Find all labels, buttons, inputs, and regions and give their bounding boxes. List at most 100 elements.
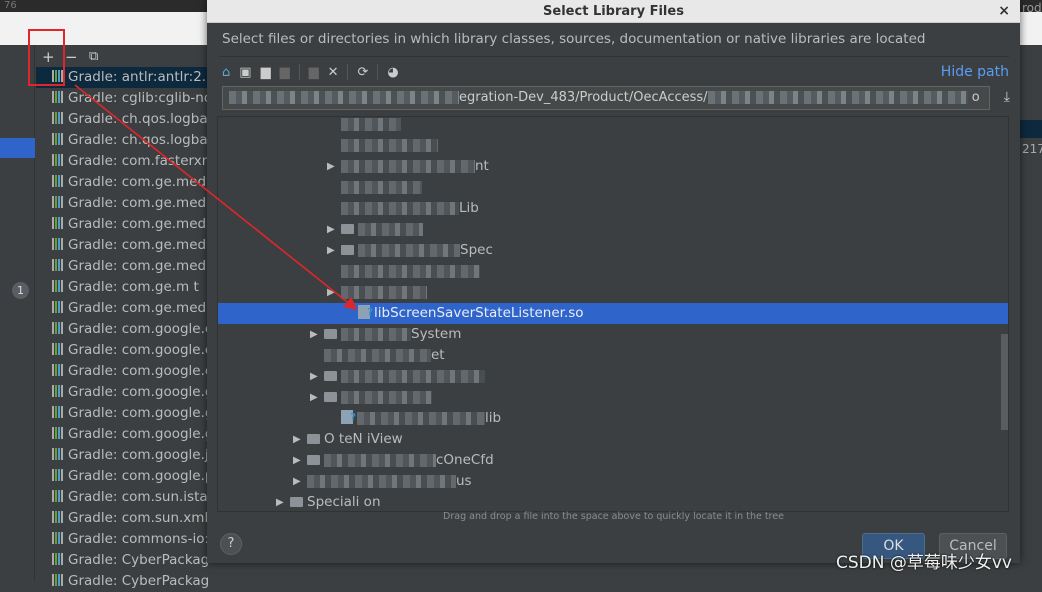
library-icon bbox=[52, 112, 64, 124]
tree-node-label: Lib bbox=[459, 200, 479, 216]
tree-node[interactable]: ▶ us bbox=[218, 471, 1008, 492]
delete-icon[interactable]: ✕ bbox=[328, 65, 339, 80]
file-chooser-toolbar: ⌂ ▣ ▆ ▆ ▆ ✕ ⟳ ◕ bbox=[222, 62, 399, 82]
tree-node[interactable]: ▶ O teN iView bbox=[218, 429, 1008, 450]
expand-arrow-icon[interactable]: ▶ bbox=[293, 450, 301, 471]
tree-node[interactable]: lib bbox=[218, 407, 1008, 429]
blurred-name bbox=[307, 474, 456, 488]
library-name: Gradle: ch.qos.logbac bbox=[68, 132, 208, 148]
library-list-item[interactable]: Gradle: CyberPackage bbox=[36, 550, 208, 571]
library-list-item[interactable]: Gradle: com.ge.med.t bbox=[36, 214, 208, 235]
tree-node-label: Spec bbox=[460, 242, 493, 258]
expand-arrow-icon[interactable]: ▶ bbox=[327, 240, 335, 261]
library-list-item[interactable]: Gradle: com.ge.med.t bbox=[36, 235, 208, 256]
expand-arrow-icon[interactable]: ▶ bbox=[293, 471, 301, 492]
remove-library-button[interactable]: − bbox=[65, 48, 78, 66]
tree-node[interactable]: et bbox=[218, 345, 1008, 366]
library-list-item[interactable]: Gradle: com.google.g bbox=[36, 382, 208, 403]
tree-node[interactable] bbox=[218, 117, 1008, 135]
tree-node[interactable]: ▶ bbox=[218, 366, 1008, 387]
tree-node-label: System bbox=[411, 326, 462, 342]
library-list-item[interactable]: Gradle: com.sun.istack bbox=[36, 487, 208, 508]
library-list-item[interactable]: Gradle: ch.qos.logbac bbox=[36, 130, 208, 151]
library-icon bbox=[52, 448, 64, 460]
expand-arrow-icon[interactable]: ▶ bbox=[276, 492, 284, 511]
help-button[interactable]: ? bbox=[220, 533, 242, 555]
library-list-item[interactable]: Gradle: com.google.j2 bbox=[36, 445, 208, 466]
sidebar-selected-item[interactable] bbox=[0, 138, 35, 158]
folder-icon bbox=[324, 392, 337, 402]
expand-arrow-icon[interactable]: ▶ bbox=[327, 156, 335, 177]
new-folder-icon[interactable]: ▆ bbox=[309, 65, 319, 80]
background-top-fragment: rod bbox=[1022, 1, 1042, 15]
tree-node[interactable]: ▶ Spec bbox=[218, 240, 1008, 261]
tree-node[interactable]: ▶ Speciali on bbox=[218, 492, 1008, 511]
library-icon bbox=[52, 154, 64, 166]
hide-path-link[interactable]: Hide path bbox=[941, 64, 1009, 80]
show-hidden-files-icon[interactable]: ◕ bbox=[387, 65, 398, 80]
tree-node[interactable]: ▶ bbox=[218, 219, 1008, 240]
library-name: Gradle: com.google.e bbox=[68, 363, 208, 379]
tree-node[interactable] bbox=[218, 177, 1008, 198]
desktop-icon[interactable]: ▣ bbox=[239, 65, 251, 80]
expand-arrow-icon[interactable]: ▶ bbox=[327, 282, 335, 303]
dialog-title: Select Library Files bbox=[543, 4, 684, 19]
library-list-item[interactable]: Gradle: com.ge.med.t bbox=[36, 298, 208, 319]
library-icon bbox=[52, 364, 64, 376]
expand-arrow-icon[interactable]: ▶ bbox=[327, 219, 335, 240]
expand-arrow-icon[interactable]: ▶ bbox=[310, 324, 318, 345]
refresh-icon[interactable]: ⟳ bbox=[357, 65, 368, 80]
library-list-item[interactable]: Gradle: ch.qos.logbac bbox=[36, 109, 208, 130]
library-list-item[interactable]: Gradle: com.google.p bbox=[36, 466, 208, 487]
library-list-item[interactable]: Gradle: com.google.c bbox=[36, 340, 208, 361]
blurred-name bbox=[341, 327, 411, 341]
tree-node[interactable]: libScreenSaverStateListener.so bbox=[218, 302, 1008, 324]
file-tree[interactable]: ▶ntLib▶▶Spec▶libScreenSaverStateListener… bbox=[217, 116, 1009, 512]
library-list-item[interactable]: Gradle: com.ge.med.t bbox=[36, 256, 208, 277]
close-icon[interactable]: × bbox=[998, 0, 1010, 22]
tree-node[interactable]: ▶ bbox=[218, 387, 1008, 408]
tree-node[interactable]: ▶ cOneCfd bbox=[218, 450, 1008, 471]
path-blurred bbox=[707, 91, 968, 104]
expand-arrow-icon[interactable]: ▶ bbox=[310, 387, 318, 408]
module-folder-icon[interactable]: ▆ bbox=[280, 65, 290, 80]
library-list-item[interactable]: Gradle: com.ge.m t bbox=[36, 277, 208, 298]
tree-node[interactable]: ▶ bbox=[218, 282, 1008, 303]
path-input[interactable]: egration-Dev_483/Product/OecAccess/ o bbox=[222, 86, 990, 110]
library-list-item[interactable]: Gradle: com.ge.med.t bbox=[36, 193, 208, 214]
drag-drop-hint: Drag and drop a file into the space abov… bbox=[443, 511, 784, 522]
library-list-item[interactable]: Gradle: com.google.e bbox=[36, 361, 208, 382]
tree-node[interactable] bbox=[218, 261, 1008, 282]
library-list-item[interactable]: Gradle: com.google.g bbox=[36, 424, 208, 445]
download-icon[interactable]: ⤓ bbox=[1004, 89, 1010, 105]
library-name: Gradle: com.google.g bbox=[68, 405, 208, 421]
library-name: Gradle: cglib:cglib-no bbox=[68, 90, 208, 106]
library-name: Gradle: com.google.g bbox=[68, 426, 208, 442]
home-icon[interactable]: ⌂ bbox=[222, 65, 230, 80]
divider bbox=[219, 56, 1009, 57]
library-list-item[interactable]: Gradle: commons-io:c bbox=[36, 529, 208, 550]
expand-arrow-icon[interactable]: ▶ bbox=[310, 366, 318, 387]
library-name: Gradle: CyberPackage bbox=[68, 573, 208, 589]
library-list-item[interactable]: Gradle: com.ge.med.c bbox=[36, 172, 208, 193]
tree-node[interactable]: Lib bbox=[218, 198, 1008, 219]
select-library-files-dialog: Select Library Files × Select files or d… bbox=[207, 0, 1020, 563]
copy-library-button[interactable]: ⧉ bbox=[89, 49, 98, 64]
expand-arrow-icon[interactable]: ▶ bbox=[293, 429, 301, 450]
library-list-item[interactable]: Gradle: com.google.g bbox=[36, 403, 208, 424]
library-name: Gradle: com.ge.med.t bbox=[68, 216, 208, 232]
library-list-item[interactable]: Gradle: CyberPackage bbox=[36, 571, 208, 592]
library-list-item[interactable]: Gradle: com.sun.xml.f bbox=[36, 508, 208, 529]
tree-node[interactable]: ▶ nt bbox=[218, 156, 1008, 177]
library-list-item[interactable]: Gradle: com.google.c bbox=[36, 319, 208, 340]
tree-node[interactable]: ▶ System bbox=[218, 324, 1008, 345]
library-list-item[interactable]: Gradle: cglib:cglib-no bbox=[36, 88, 208, 109]
library-list-item[interactable]: Gradle: com.fasterxml bbox=[36, 151, 208, 172]
tree-node[interactable] bbox=[218, 135, 1008, 156]
tree-scrollbar[interactable] bbox=[1001, 334, 1008, 430]
blurred-name bbox=[341, 201, 459, 215]
project-folder-icon[interactable]: ▆ bbox=[261, 65, 271, 80]
folder-icon bbox=[307, 455, 320, 465]
blurred-name bbox=[341, 138, 438, 152]
library-icon bbox=[52, 553, 64, 565]
